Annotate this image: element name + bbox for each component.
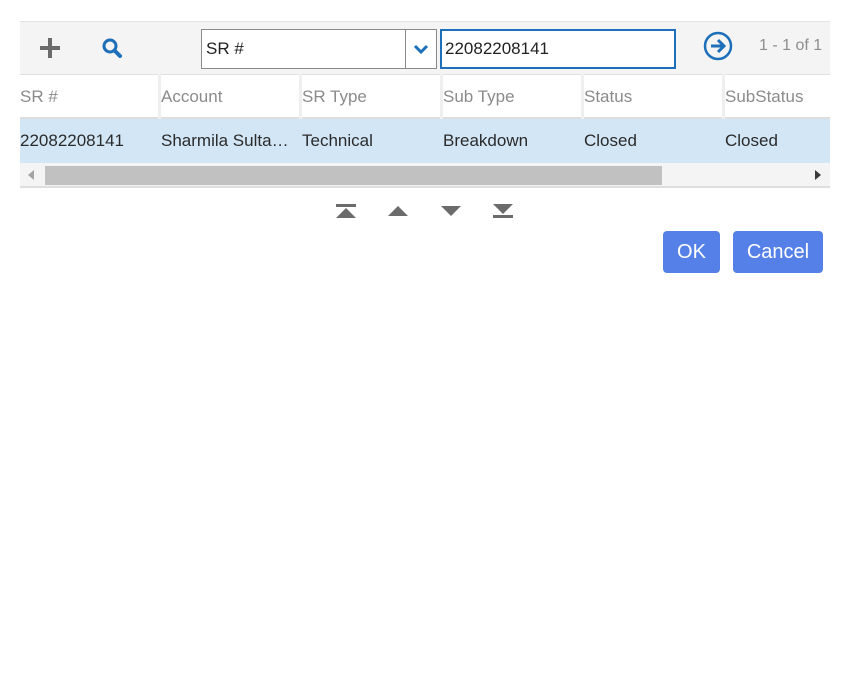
table-row[interactable]: 22082208141 Sharmila Sultana Technical B… [20,119,830,163]
first-record-button[interactable] [335,203,357,219]
add-button[interactable] [34,32,66,64]
cell-account: Sharmila Sultana [161,131,291,150]
search-input[interactable] [440,29,676,69]
search-field-select[interactable]: SR # [201,29,437,69]
grid-header: SR # Account SR Type Sub Type Status Sub… [20,73,830,119]
column-header-sr-type[interactable]: SR Type [302,73,443,119]
column-header-account[interactable]: Account [161,73,302,119]
cell-sr-type: Technical [302,131,373,150]
scrollbar-thumb[interactable] [45,166,662,185]
search-field-dropdown-button[interactable] [405,30,436,68]
toolbar: SR # 1 - 1 of 1 [20,21,830,74]
first-record-icon [336,204,356,218]
cell-sub-type: Breakdown [443,131,529,150]
next-record-button[interactable] [440,203,462,219]
search-icon [102,38,122,58]
ok-button[interactable]: OK [663,231,720,273]
last-record-button[interactable] [492,203,514,219]
scroll-right-icon[interactable] [815,170,821,180]
cell-substatus: Closed [725,131,778,150]
results-grid: SR # Account SR Type Sub Type Status Sub… [20,73,830,188]
previous-record-button[interactable] [387,203,409,219]
chevron-down-icon [413,44,429,54]
pager-text: 1 - 1 of 1 [759,37,823,54]
search-button[interactable] [96,32,128,64]
go-button[interactable] [702,30,734,62]
column-header-sr-number[interactable]: SR # [20,73,161,119]
column-header-sub-type[interactable]: Sub Type [443,73,584,119]
column-header-status[interactable]: Status [584,73,725,119]
cell-sr-number: 22082208141 [20,131,125,150]
search-field-value: SR # [206,39,244,58]
arrow-right-circle-icon [703,31,733,61]
record-navigation [335,203,515,219]
last-record-icon [493,204,513,218]
column-header-substatus[interactable]: SubStatus [725,74,850,119]
plus-icon [40,38,60,58]
scroll-left-icon[interactable] [28,170,34,180]
previous-record-icon [388,206,408,216]
horizontal-scrollbar[interactable] [20,163,830,188]
next-record-icon [441,206,461,216]
cell-status: Closed [584,131,637,150]
cancel-button[interactable]: Cancel [733,231,823,273]
